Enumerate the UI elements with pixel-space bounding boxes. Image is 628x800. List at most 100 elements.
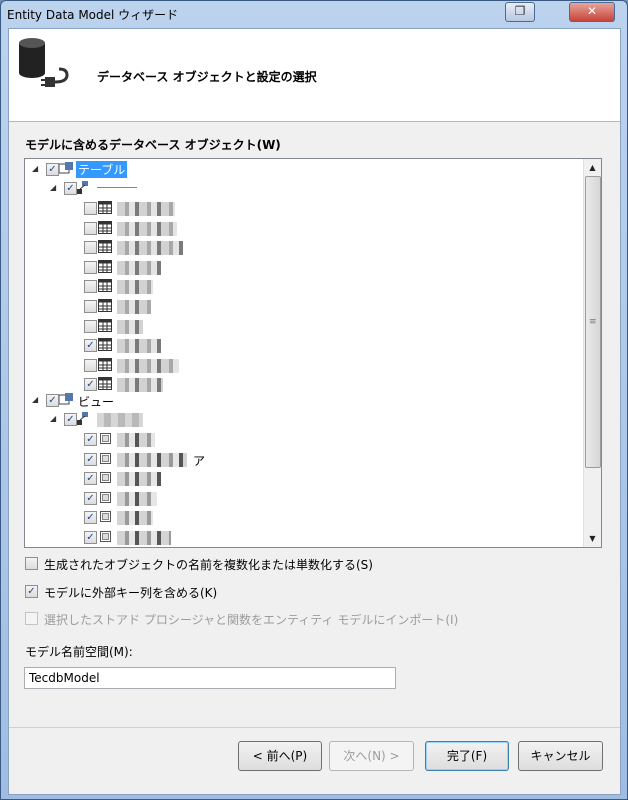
pluralize-checkbox[interactable] (25, 557, 38, 570)
table-name-redacted (117, 319, 143, 334)
table-icon (98, 279, 112, 293)
expand-toggle[interactable]: ◢ (50, 183, 56, 192)
view-row[interactable]: ✓ ア (25, 450, 585, 468)
views-folder-icon (59, 393, 73, 405)
tree-scrollbar[interactable]: ▲ ≡ ▼ (583, 159, 601, 547)
wizard-client-area: データベース オブジェクトと設定の選択 モデルに含めるデータベース オブジェクト… (8, 28, 621, 795)
table-name-redacted (117, 260, 161, 275)
database-plug-icon (19, 38, 69, 87)
table-icon (98, 299, 112, 312)
table-checkbox[interactable] (84, 221, 97, 235)
table-icon (98, 318, 112, 332)
view-checkbox[interactable]: ✓ (84, 433, 97, 446)
view-row[interactable]: ✓ (25, 469, 585, 487)
database-object-tree[interactable]: ◢ ✓ テーブル ◢ ✓ ✓ ✓ ◢ ✓ ビュー ◢ ✓ ✓ ✓ ア ✓ ✓ ✓… (24, 158, 602, 548)
cancel-button[interactable]: キャンセル (518, 741, 603, 771)
table-row[interactable] (25, 317, 585, 335)
table-checkbox[interactable] (84, 358, 97, 372)
view-checkbox[interactable]: ✓ (84, 452, 97, 466)
table-name-redacted (117, 358, 179, 373)
schema-checkbox[interactable]: ✓ (64, 182, 77, 195)
views-checkbox[interactable]: ✓ (46, 394, 59, 407)
tables-checkbox[interactable]: ✓ (46, 163, 59, 176)
tree-node-table-schema[interactable]: ◢ ✓ (25, 179, 585, 197)
table-row[interactable] (25, 219, 585, 237)
scroll-down-arrow[interactable]: ▼ (584, 530, 601, 547)
table-checkbox[interactable] (84, 300, 97, 313)
schema-icon (77, 412, 88, 425)
table-checkbox[interactable] (84, 280, 97, 294)
scroll-thumb[interactable]: ≡ (585, 176, 601, 468)
view-name-redacted (117, 452, 187, 467)
table-checkbox[interactable]: ✓ (84, 378, 97, 392)
table-row[interactable] (25, 238, 585, 256)
table-name-redacted (117, 221, 177, 236)
view-checkbox[interactable]: ✓ (84, 531, 97, 544)
table-checkbox[interactable] (84, 260, 97, 274)
expand-toggle[interactable]: ◢ (50, 414, 56, 423)
wizard-header: データベース オブジェクトと設定の選択 (9, 29, 620, 122)
scroll-up-arrow[interactable]: ▲ (584, 159, 601, 176)
tree-node-tables[interactable]: ◢ ✓ テーブル (25, 160, 585, 178)
next-button[interactable]: 次へ(N) > (329, 741, 414, 771)
view-checkbox[interactable]: ✓ (84, 511, 97, 525)
table-checkbox[interactable] (84, 241, 97, 255)
namespace-label: モデル名前空間(M): (25, 645, 133, 659)
pluralize-label[interactable]: 生成されたオブジェクトの名前を複数化または単数化する(S) (44, 556, 373, 573)
table-checkbox[interactable]: ✓ (84, 339, 97, 353)
schema-name-redacted (97, 413, 143, 427)
view-checkbox[interactable]: ✓ (84, 491, 97, 505)
table-icon (98, 357, 112, 371)
pluralize-option[interactable]: 生成されたオブジェクトの名前を複数化または単数化する(S) (25, 555, 585, 573)
back-button[interactable]: < 前へ(P) (238, 741, 322, 771)
table-icon (98, 338, 112, 352)
table-icon (98, 377, 112, 391)
view-icon (100, 491, 111, 503)
table-icon (98, 220, 112, 234)
foreign-keys-label[interactable]: モデルに外部キー列を含める(K) (44, 584, 217, 601)
view-row[interactable]: ✓ (25, 489, 585, 507)
table-row[interactable] (25, 199, 585, 217)
restore-icon: ❐ (514, 4, 526, 18)
title-bar[interactable]: Entity Data Model ウィザード ❐ ✕ (1, 1, 627, 27)
foreign-keys-option[interactable]: ✓ モデルに外部キー列を含める(K) (25, 583, 585, 601)
views-label[interactable]: ビュー (78, 393, 114, 410)
view-partial-label: ア (193, 453, 206, 468)
page-title: データベース オブジェクトと設定の選択 (97, 70, 317, 84)
table-name-redacted (117, 280, 153, 295)
table-row[interactable]: ✓ (25, 336, 585, 354)
foreign-keys-checkbox[interactable]: ✓ (25, 585, 38, 598)
tree-node-views[interactable]: ◢ ✓ ビュー (25, 391, 585, 409)
table-icon (98, 240, 112, 254)
view-icon (100, 511, 111, 523)
table-name-redacted (117, 300, 151, 314)
tables-label[interactable]: テーブル (76, 161, 128, 178)
view-name-redacted (117, 531, 171, 545)
view-icon (100, 433, 111, 444)
restore-button[interactable]: ❐ (505, 2, 535, 22)
view-row[interactable]: ✓ (25, 528, 585, 546)
close-button[interactable]: ✕ (569, 2, 615, 22)
table-checkbox[interactable] (84, 202, 97, 215)
view-checkbox[interactable]: ✓ (84, 472, 97, 486)
thumb-grip-icon: ≡ (589, 317, 597, 327)
schema-checkbox[interactable]: ✓ (64, 413, 77, 426)
view-row[interactable]: ✓ (25, 508, 585, 526)
view-icon (100, 531, 111, 542)
view-row[interactable]: ✓ (25, 430, 585, 448)
button-separator (9, 727, 620, 728)
table-row[interactable] (25, 356, 585, 374)
table-row[interactable] (25, 258, 585, 276)
expand-toggle[interactable]: ◢ (32, 164, 38, 173)
table-icon (98, 259, 112, 273)
namespace-input[interactable] (24, 667, 396, 689)
tree-node-view-schema[interactable]: ◢ ✓ (25, 410, 585, 428)
expand-toggle[interactable]: ◢ (32, 395, 38, 404)
schema-name-redacted (97, 187, 137, 188)
table-checkbox[interactable] (84, 319, 97, 333)
table-row[interactable] (25, 277, 585, 295)
finish-button[interactable]: 完了(F) (425, 741, 509, 771)
wizard-window: Entity Data Model ウィザード ❐ ✕ データベース オブジェク… (0, 0, 628, 800)
table-row[interactable] (25, 297, 585, 315)
table-icon (98, 201, 112, 214)
